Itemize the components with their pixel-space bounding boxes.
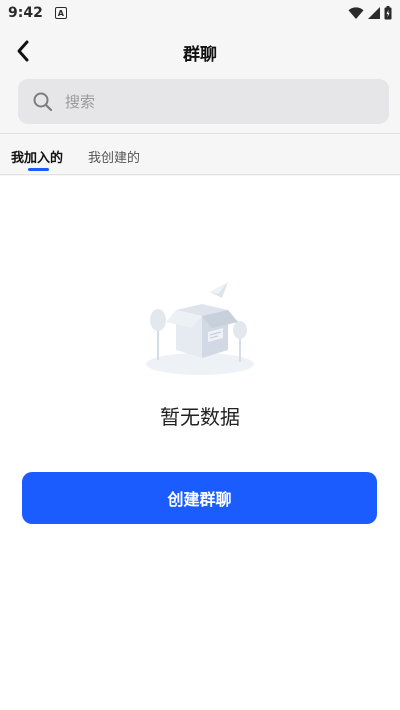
- search-icon: [32, 91, 54, 113]
- search-input[interactable]: [63, 91, 367, 112]
- content-area: 暂无数据 创建群聊: [0, 176, 400, 710]
- search-bar[interactable]: [18, 79, 389, 124]
- signal-icon: [368, 7, 380, 19]
- header: 群聊: [0, 26, 400, 76]
- a-icon: A: [54, 7, 67, 19]
- status-time: 9:42: [8, 5, 43, 21]
- battery-charging-icon: [384, 6, 392, 20]
- group-chat-screen: 9:42 A 群聊 搜索 我加入的 我创建的 暂无数据 创建群聊: [0, 0, 400, 710]
- status-right: [348, 6, 392, 20]
- tab-bar: 我加入的 我创建的: [0, 133, 400, 175]
- create-group-chat-button[interactable]: 创建群聊: [22, 472, 377, 524]
- status-bar: 9:42 A: [0, 0, 400, 26]
- status-left: 9:42 A: [8, 5, 67, 21]
- page-title: 群聊: [183, 45, 217, 65]
- wifi-icon: [348, 6, 364, 19]
- tab-created[interactable]: 我创建的: [88, 147, 140, 166]
- empty-state-message: 暂无数据: [160, 405, 240, 429]
- active-tab-indicator: [28, 168, 49, 171]
- empty-box-illustration: [146, 282, 254, 375]
- tab-joined[interactable]: 我加入的: [11, 147, 63, 166]
